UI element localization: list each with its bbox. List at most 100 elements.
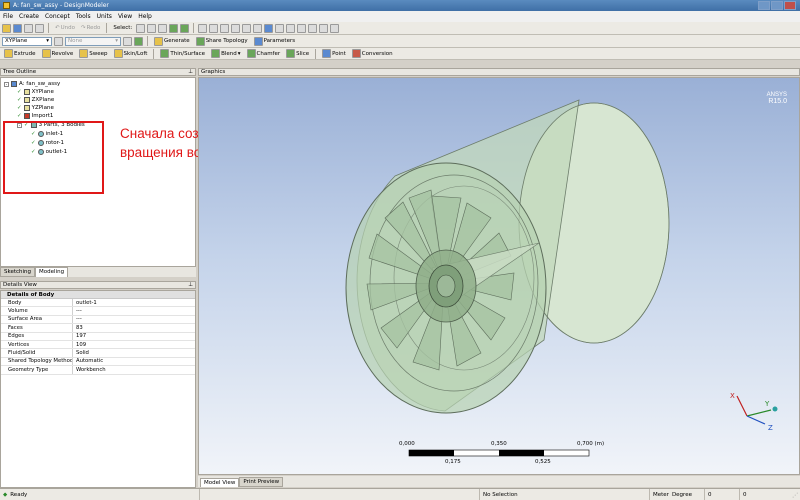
menu-file[interactable]: File — [0, 13, 16, 20]
display-plane-icon[interactable] — [297, 23, 307, 33]
pin-icon[interactable]: ⊥ — [188, 69, 193, 75]
plane-select-value: XYPlane — [5, 38, 28, 44]
iso-view-icon[interactable] — [264, 23, 274, 33]
resize-grip-icon[interactable]: ⋰ — [792, 492, 798, 499]
select-body-icon[interactable] — [180, 23, 190, 33]
share-topology-button[interactable]: Share Topology — [194, 36, 250, 46]
fan-model-3d[interactable]: X Y Z — [199, 78, 800, 475]
pan-icon[interactable] — [209, 23, 219, 33]
menu-units[interactable]: Units — [94, 13, 115, 20]
details-row[interactable]: Vertices 109 — [1, 340, 195, 350]
check-icon: ✓ — [17, 113, 22, 119]
revolve-button[interactable]: Revolve — [40, 49, 76, 58]
magnifier-icon[interactable] — [253, 23, 263, 33]
select-point-icon[interactable] — [147, 23, 157, 33]
save-icon[interactable] — [13, 23, 22, 33]
check-icon: ✓ — [17, 105, 22, 111]
thin-surface-label: Thin/Surface — [170, 50, 206, 57]
select-edge-icon[interactable] — [158, 23, 168, 33]
close-button[interactable] — [784, 1, 796, 10]
skin-loft-button[interactable]: Skin/Loft — [112, 49, 150, 58]
new-plane-icon[interactable] — [54, 36, 63, 46]
select-face-icon[interactable] — [169, 23, 179, 33]
separator — [106, 23, 108, 33]
screenshot-icon[interactable] — [35, 23, 44, 33]
parameters-button[interactable]: Parameters — [252, 36, 297, 46]
tree-item-xyplane[interactable]: ✓ XYPlane — [17, 89, 54, 95]
plane-select[interactable]: XYPlane ▾ — [2, 36, 52, 46]
tab-sketching[interactable]: Sketching — [0, 267, 36, 277]
details-section-header[interactable]: Details of Body — [1, 291, 195, 299]
details-row[interactable]: Surface Area --- — [1, 315, 195, 325]
point-button[interactable]: Point — [320, 49, 348, 58]
menu-concept[interactable]: Concept — [42, 13, 73, 20]
slice-button[interactable]: Slice — [284, 49, 311, 58]
menu-tools[interactable]: Tools — [73, 13, 94, 20]
scale-label: 0,350 — [491, 441, 507, 447]
tree-item-import[interactable]: ✓ Import1 — [17, 113, 53, 119]
menu-help[interactable]: Help — [135, 13, 155, 20]
skin-loft-label: Skin/Loft — [123, 50, 148, 57]
next-view-icon[interactable] — [286, 23, 296, 33]
status-value-2: 0 — [743, 491, 747, 498]
revolve-label: Revolve — [51, 50, 74, 57]
details-row[interactable]: Shared Topology Method Automatic — [1, 357, 195, 367]
generate-icon — [154, 36, 163, 46]
export-icon[interactable] — [24, 23, 33, 33]
sweep-button[interactable]: Sweep — [77, 49, 109, 58]
menu-view[interactable]: View — [115, 13, 135, 20]
new-sketch-icon[interactable] — [123, 36, 132, 46]
sketch-select[interactable]: None ▾ — [65, 36, 121, 46]
thin-surface-button[interactable]: Thin/Surface — [158, 49, 207, 58]
minimize-button[interactable] — [758, 1, 770, 10]
display-model-icon[interactable] — [308, 23, 318, 33]
details-row[interactable]: Body outlet-1 — [1, 299, 195, 308]
pin-icon[interactable]: ⊥ — [188, 282, 193, 288]
graphics-viewport[interactable]: ANSYS R15.0 X Y Z 0,000 0,350 0,700 (m) … — [198, 77, 800, 475]
details-row[interactable]: Volume --- — [1, 307, 195, 316]
details-row[interactable]: Geometry Type Workbench — [1, 366, 195, 375]
tree-item-yzplane[interactable]: ✓ YZPlane — [17, 105, 54, 111]
ready-icon: ◆ — [3, 491, 8, 498]
details-row[interactable]: Faces 83 — [1, 324, 195, 333]
undo-button[interactable]: ↶ Undo — [53, 25, 77, 31]
details-key: Edges — [1, 332, 73, 340]
scale-segment — [409, 450, 454, 456]
zoom-fit-icon[interactable] — [242, 23, 252, 33]
collapse-icon[interactable]: - — [4, 81, 9, 87]
chamfer-button[interactable]: Chamfer — [245, 49, 283, 58]
tab-model-view[interactable]: Model View — [200, 478, 240, 487]
scale-segment — [499, 450, 544, 456]
redo-button[interactable]: ↷ Redo — [79, 25, 102, 31]
details-key: Body — [1, 299, 73, 307]
look-at-icon[interactable] — [330, 23, 340, 33]
point-label: Point — [332, 50, 346, 57]
maximize-button[interactable] — [771, 1, 783, 10]
status-ready-cell: ◆ Ready — [0, 489, 200, 500]
select-mode-icon[interactable] — [136, 23, 146, 33]
scale-label: 0,525 — [535, 459, 551, 465]
box-zoom-icon[interactable] — [231, 23, 241, 33]
separator — [147, 36, 148, 46]
status-units[interactable]: Meter Degree — [650, 489, 705, 500]
tree-root[interactable]: - A: fan_sw_assy — [4, 81, 60, 87]
previous-view-icon[interactable] — [275, 23, 285, 33]
blend-button[interactable]: Blend ▾ — [209, 49, 242, 58]
details-row[interactable]: Fluid/Solid Solid — [1, 349, 195, 358]
menu-create[interactable]: Create — [16, 13, 42, 20]
tab-print-preview[interactable]: Print Preview — [239, 477, 284, 487]
details-row[interactable]: Edges 197 — [1, 332, 195, 341]
tree-item-zxplane[interactable]: ✓ ZXPlane — [17, 97, 54, 103]
display-edges-icon[interactable] — [319, 23, 329, 33]
extrude-button[interactable]: Extrude — [2, 49, 38, 58]
zoom-icon[interactable] — [220, 23, 230, 33]
tree-item-label: ZXPlane — [31, 97, 55, 103]
rotate-icon[interactable] — [198, 23, 208, 33]
look-at-plane-icon[interactable] — [134, 36, 143, 46]
chamfer-icon — [246, 49, 256, 58]
new-icon[interactable] — [2, 23, 11, 33]
status-angle-unit: Degree — [671, 491, 692, 498]
conversion-button[interactable]: Conversion — [350, 49, 395, 58]
tab-modeling[interactable]: Modeling — [35, 267, 69, 277]
generate-button[interactable]: Generate — [152, 36, 192, 46]
